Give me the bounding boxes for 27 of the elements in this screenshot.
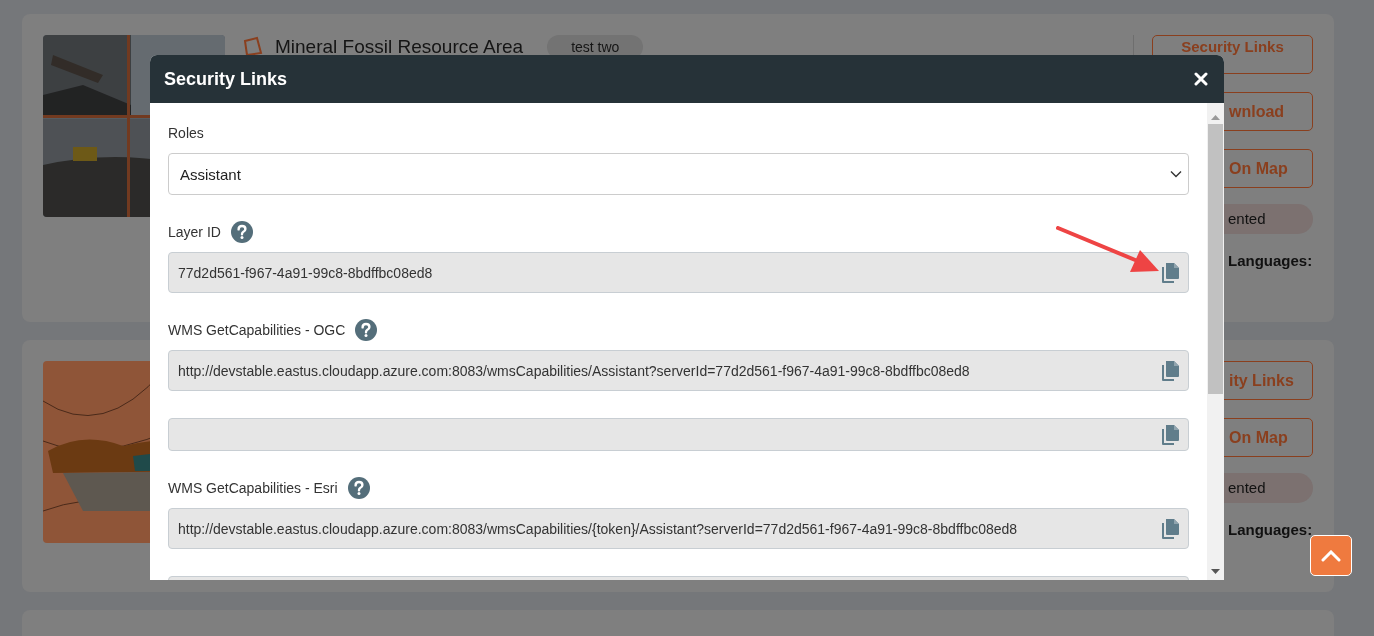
copy-icon[interactable] [1162,262,1180,283]
scroll-down-icon[interactable] [1211,569,1220,574]
scroll-up-icon[interactable] [1211,115,1220,120]
chevron-up-icon [1321,549,1341,562]
roles-select[interactable]: Assistant [168,153,1189,195]
modal-title: Security Links [164,68,288,90]
languages-label: Languages: [1228,252,1313,269]
field-label: Roles [168,125,204,141]
readonly-field[interactable] [168,418,1189,451]
readonly-field[interactable]: 77d2d561-f967-4a91-99c8-8bdffbc08ed8 [168,252,1189,293]
layer-title: Mineral Fossil Resource Area [275,36,524,58]
field-label: Layer ID [168,224,221,240]
scrollbar[interactable] [1207,103,1224,580]
languages-label: Languages: [1228,521,1313,538]
field-label: WMS GetCapabilities - Esri [168,480,338,496]
readonly-field[interactable]: http://devstable.eastus.cloudapp.azure.com:8083/wmsCapabilities/Assistant?serverId=77d2d561-f967-4a91-99c8-8bdffbc08ed8 [168,350,1189,391]
copy-icon[interactable] [1162,424,1180,445]
scroll-to-top-button[interactable] [1310,535,1352,576]
field-label: WMS GetCapabilities - OGC [168,322,346,338]
chevron-down-icon [1170,170,1182,178]
copy-icon[interactable] [1162,518,1180,539]
help-icon[interactable] [230,221,253,243]
close-icon [1194,72,1208,86]
readonly-field[interactable]: http://devstable.eastus.cloudapp.azure.com:8083/wmsCapabilities/{token}/Assistant?serverId=77d2d561-f967-4a91-99c8-8bdffbc08ed8 [168,508,1189,549]
copy-icon[interactable] [1162,360,1180,381]
help-icon[interactable] [347,477,370,499]
help-icon[interactable] [355,319,378,341]
